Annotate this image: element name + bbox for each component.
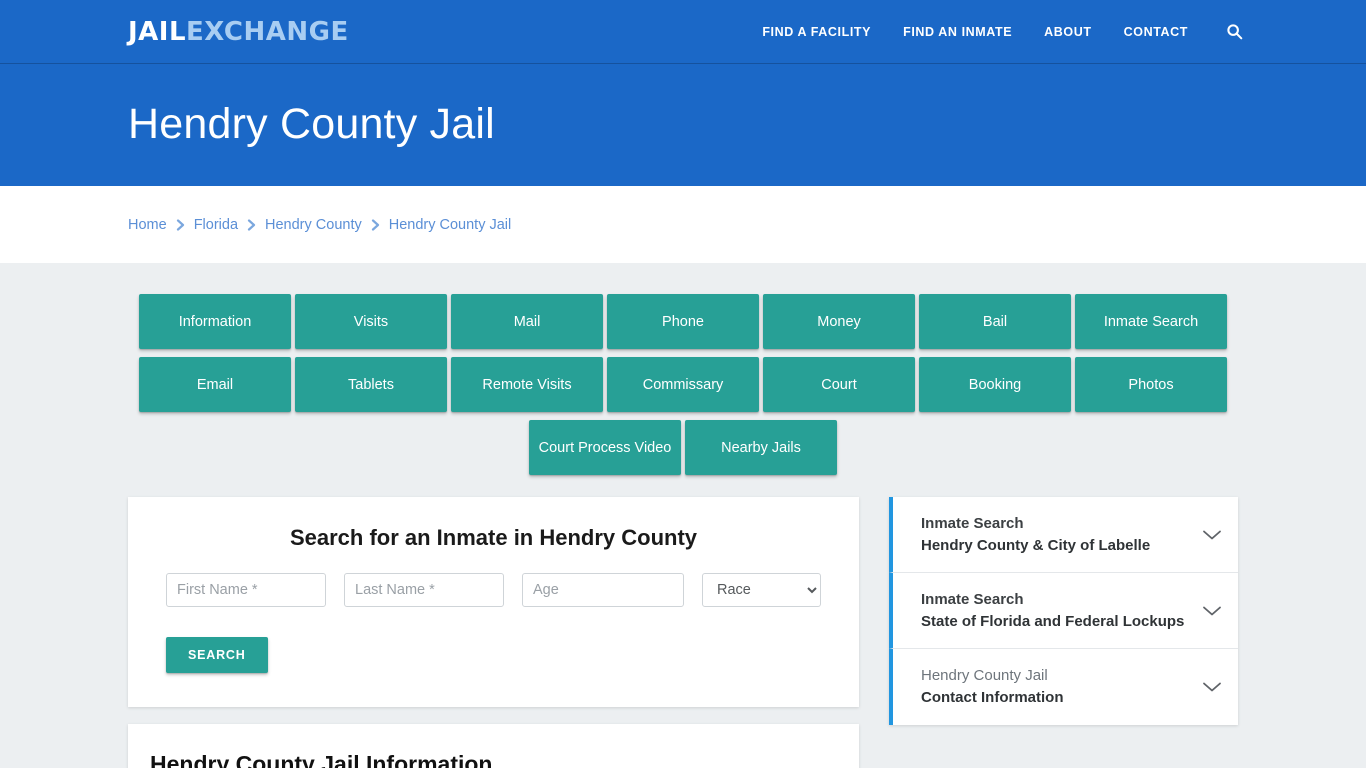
nav-find-a-facility[interactable]: FIND A FACILITY: [762, 25, 871, 39]
section-button-tablets[interactable]: Tablets: [295, 357, 447, 412]
accordion-line-2: Contact Information: [921, 689, 1064, 706]
breadcrumb-item-hendry-county-jail[interactable]: Hendry County Jail: [389, 217, 512, 233]
chevron-right-icon: [176, 218, 185, 231]
inmate-search-fields: Race: [148, 573, 839, 607]
section-button-information[interactable]: Information: [139, 294, 291, 349]
section-button-booking[interactable]: Booking: [919, 357, 1071, 412]
logo-text-exchange: EXCHANGE: [186, 16, 349, 47]
main-column: Search for an Inmate in Hendry County Ra…: [128, 497, 859, 768]
accordion-inmate-search-county[interactable]: Inmate Search Hendry County & City of La…: [889, 497, 1238, 573]
search-icon[interactable]: [1224, 22, 1244, 42]
chevron-right-icon: [371, 218, 380, 231]
race-select[interactable]: Race: [702, 573, 821, 607]
primary-nav: FIND A FACILITY FIND AN INMATE ABOUT CON…: [762, 22, 1244, 42]
section-button-visits[interactable]: Visits: [295, 294, 447, 349]
section-button-mail[interactable]: Mail: [451, 294, 603, 349]
accordion-line-1: Inmate Search: [921, 514, 1024, 532]
accordion-line-1: Inmate Search: [921, 590, 1024, 608]
last-name-input[interactable]: [344, 573, 504, 607]
chevron-down-icon[interactable]: [1202, 529, 1222, 541]
accordion-label: Inmate Search State of Florida and Feder…: [921, 589, 1202, 633]
accordion-line-2: State of Florida and Federal Lockups: [921, 612, 1185, 630]
section-button-inmate-search[interactable]: Inmate Search: [1075, 294, 1227, 349]
section-button-money[interactable]: Money: [763, 294, 915, 349]
jail-information-title: Hendry County Jail Information: [150, 751, 493, 768]
section-button-nearby-jails[interactable]: Nearby Jails: [685, 420, 837, 475]
inmate-search-panel: Search for an Inmate in Hendry County Ra…: [128, 497, 859, 707]
nav-contact[interactable]: CONTACT: [1124, 25, 1188, 39]
facility-section-buttons: Information Visits Mail Phone Money Bail…: [133, 263, 1233, 479]
accordion-label: Hendry County Jail Contact Information: [921, 665, 1202, 709]
accordion-contact-information[interactable]: Hendry County Jail Contact Information: [889, 649, 1238, 725]
logo-text-jail: JAIL: [128, 16, 187, 47]
breadcrumb: Home Florida Hendry County Hendry County…: [128, 217, 511, 233]
sidebar-accordion-list: Inmate Search Hendry County & City of La…: [889, 497, 1238, 725]
jail-information-section: Hendry County Jail Information: [128, 724, 859, 768]
breadcrumb-item-hendry-county[interactable]: Hendry County: [265, 217, 362, 233]
section-button-court-process-video[interactable]: Court Process Video: [529, 420, 681, 475]
breadcrumb-item-home[interactable]: Home: [128, 217, 167, 233]
sidebar-column: Inmate Search Hendry County & City of La…: [889, 497, 1238, 725]
section-button-email[interactable]: Email: [139, 357, 291, 412]
accordion-label: Inmate Search Hendry County & City of La…: [921, 513, 1202, 557]
section-button-commissary[interactable]: Commissary: [607, 357, 759, 412]
site-logo[interactable]: JAILEXCHANGE: [128, 19, 349, 45]
nav-about[interactable]: ABOUT: [1044, 25, 1091, 39]
page-title: Hendry County Jail: [128, 100, 495, 149]
section-button-phone[interactable]: Phone: [607, 294, 759, 349]
section-button-court[interactable]: Court: [763, 357, 915, 412]
breadcrumb-bar: Home Florida Hendry County Hendry County…: [0, 186, 1366, 263]
chevron-down-icon[interactable]: [1202, 681, 1222, 693]
nav-find-an-inmate[interactable]: FIND AN INMATE: [903, 25, 1012, 39]
age-input[interactable]: [522, 573, 684, 607]
section-button-bail[interactable]: Bail: [919, 294, 1071, 349]
breadcrumb-item-florida[interactable]: Florida: [194, 217, 238, 233]
search-submit-button[interactable]: SEARCH: [166, 637, 268, 673]
section-button-remote-visits[interactable]: Remote Visits: [451, 357, 603, 412]
accordion-line-1: Hendry County Jail: [921, 667, 1048, 685]
page-body: Information Visits Mail Phone Money Bail…: [0, 263, 1366, 768]
section-button-photos[interactable]: Photos: [1075, 357, 1227, 412]
inmate-search-title: Search for an Inmate in Hendry County: [289, 525, 698, 550]
first-name-input[interactable]: [166, 573, 326, 607]
accordion-line-2: Hendry County & City of Labelle: [921, 536, 1151, 554]
chevron-right-icon: [247, 218, 256, 231]
chevron-down-icon[interactable]: [1202, 605, 1222, 617]
page-hero: Hendry County Jail: [0, 64, 1366, 186]
top-navigation-bar: JAILEXCHANGE FIND A FACILITY FIND AN INM…: [0, 0, 1366, 64]
content-columns: Search for an Inmate in Hendry County Ra…: [128, 497, 1238, 768]
accordion-inmate-search-state[interactable]: Inmate Search State of Florida and Feder…: [889, 573, 1238, 649]
